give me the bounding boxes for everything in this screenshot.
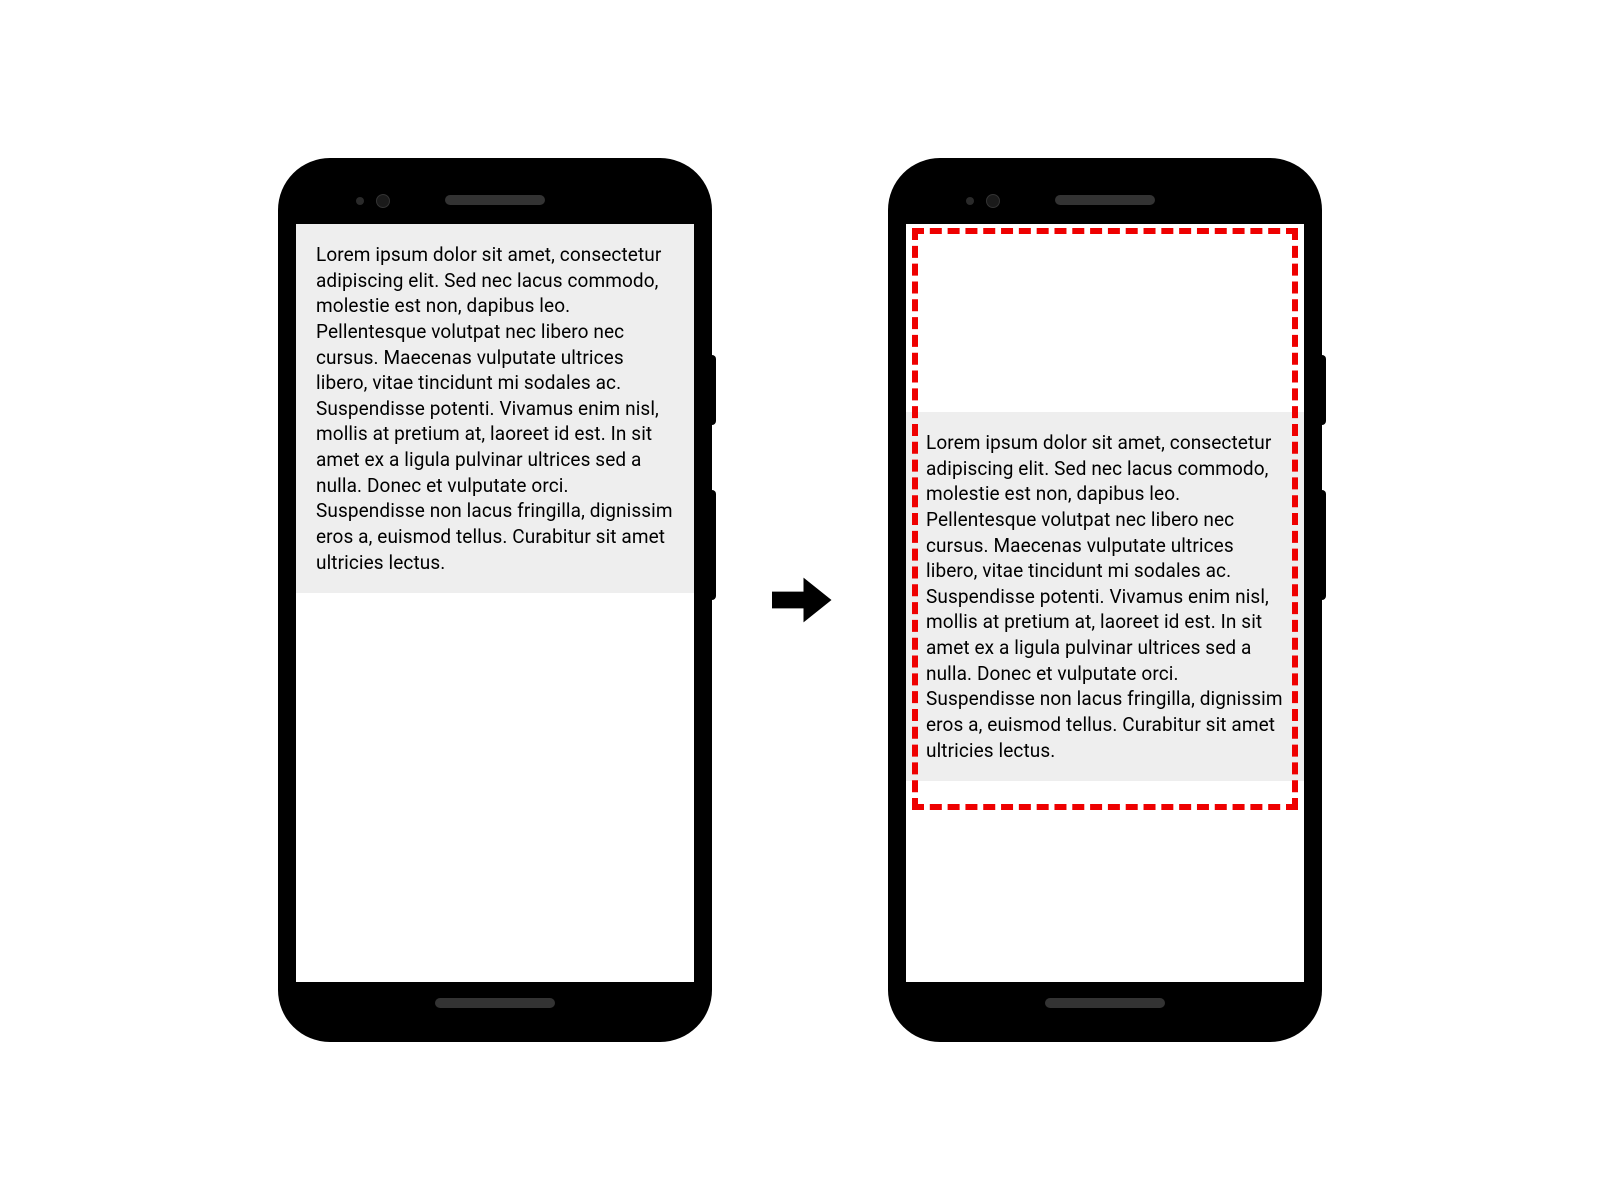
phone-volume-button	[710, 490, 716, 600]
phone-power-button	[1320, 355, 1326, 425]
sensor-dot-icon	[356, 197, 364, 205]
content-text-block: Lorem ipsum dolor sit amet, consectetur …	[296, 224, 694, 593]
phone-volume-button	[1320, 490, 1326, 600]
phone-inner: Lorem ipsum dolor sit amet, consectetur …	[906, 176, 1304, 1024]
arrow-container	[760, 565, 840, 635]
phone-top-bezel	[906, 176, 1304, 224]
sensor-group	[356, 194, 390, 208]
arrow-right-icon	[765, 565, 835, 635]
camera-dot-icon	[376, 194, 390, 208]
camera-dot-icon	[986, 194, 1000, 208]
home-bar-icon	[1045, 998, 1165, 1008]
sensor-dot-icon	[966, 197, 974, 205]
phone-screen-right: Lorem ipsum dolor sit amet, consectetur …	[906, 224, 1304, 982]
home-bar-icon	[435, 998, 555, 1008]
phone-top-bezel	[296, 176, 694, 224]
phone-bottom-bezel	[906, 982, 1304, 1024]
speaker-grill-icon	[1055, 195, 1155, 205]
phone-power-button	[710, 355, 716, 425]
phone-inner: Lorem ipsum dolor sit amet, consectetur …	[296, 176, 694, 1024]
phone-mockup-right: Lorem ipsum dolor sit amet, consectetur …	[890, 160, 1320, 1040]
phone-bottom-bezel	[296, 982, 694, 1024]
speaker-grill-icon	[445, 195, 545, 205]
content-text-block: Lorem ipsum dolor sit amet, consectetur …	[906, 412, 1304, 781]
phone-screen-left: Lorem ipsum dolor sit amet, consectetur …	[296, 224, 694, 982]
phone-mockup-left: Lorem ipsum dolor sit amet, consectetur …	[280, 160, 710, 1040]
sensor-group	[966, 194, 1000, 208]
